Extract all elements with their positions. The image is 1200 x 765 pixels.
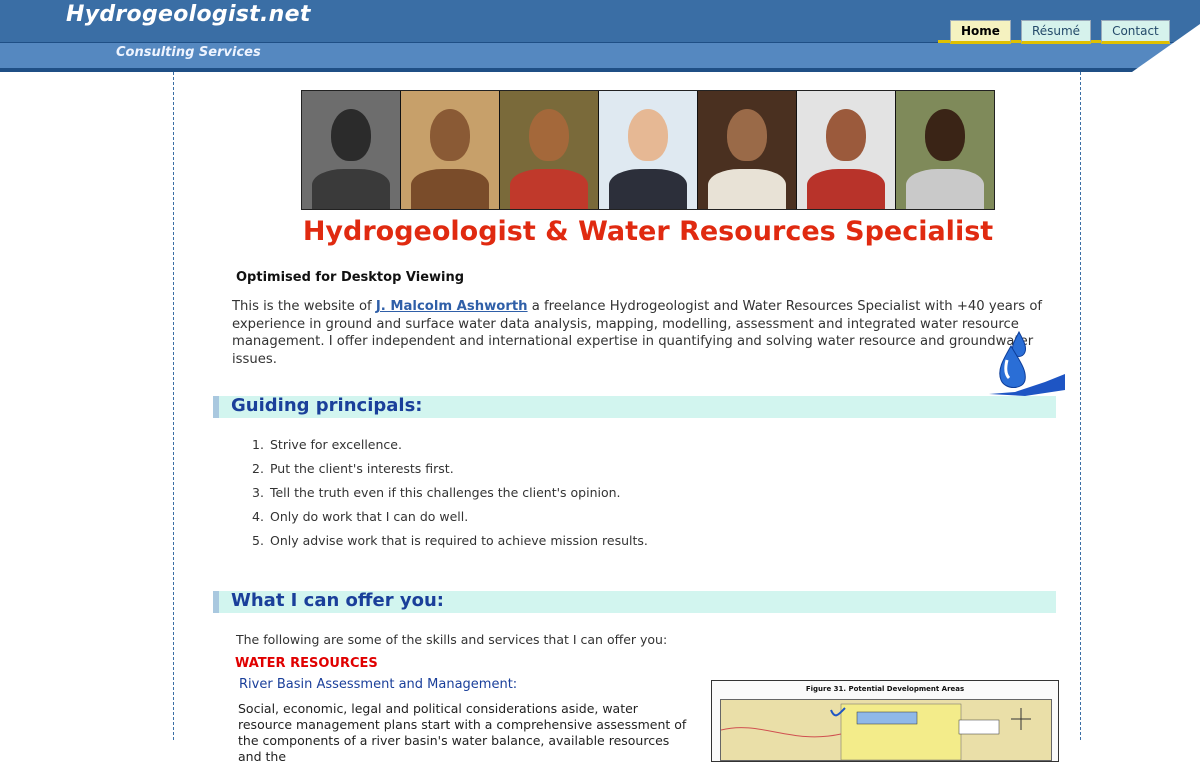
portrait-7 — [896, 91, 994, 209]
river-basin-paragraph: Social, economic, legal and political co… — [238, 701, 687, 764]
principles-list: 1. Strive for excellence. 2. Put the cli… — [252, 436, 648, 556]
list-item: 3. Tell the truth even if this challenge… — [252, 485, 621, 500]
category-water-resources: WATER RESOURCES — [235, 656, 378, 671]
portrait-4 — [599, 91, 698, 209]
author-link[interactable]: J. Malcolm Ashworth — [376, 299, 528, 314]
site-header: Hydrogeologist.net Consulting Services H… — [0, 0, 1200, 72]
potential-development-figure[interactable]: Figure 31. Potential Development Areas — [711, 680, 1059, 762]
section-guiding-principals: Guiding principals: — [213, 395, 1056, 418]
offer-intro-text: The following are some of the skills and… — [236, 632, 668, 647]
subheading-river-basin: River Basin Assessment and Management: — [239, 677, 518, 692]
water-drop-hand-icon — [989, 330, 1065, 396]
list-item: 4. Only do work that I can do well. — [252, 509, 469, 524]
portrait-banner — [301, 90, 995, 210]
portrait-6 — [797, 91, 896, 209]
figure-map-graphic — [720, 700, 1051, 761]
nav-tab-home[interactable]: Home — [950, 20, 1011, 44]
portrait-3 — [500, 91, 599, 209]
figure-title: Figure 31. Potential Development Areas — [805, 685, 965, 693]
section-what-i-can-offer: What I can offer you: — [213, 590, 1056, 613]
list-item: 1. Strive for excellence. — [252, 437, 402, 452]
desktop-viewing-note: Optimised for Desktop Viewing — [236, 270, 465, 285]
intro-paragraph: This is the website of J. Malcolm Ashwor… — [232, 298, 1072, 368]
main-nav: Home Résumé Contact — [950, 20, 1170, 44]
list-item: 2. Put the client's interests first. — [252, 461, 454, 476]
portrait-5 — [698, 91, 797, 209]
section-heading-offer: What I can offer you: — [231, 590, 444, 611]
list-item: 5. Only advise work that is required to … — [252, 533, 648, 548]
nav-tab-contact[interactable]: Contact — [1101, 20, 1170, 44]
intro-prefix: This is the website of — [232, 299, 376, 314]
portrait-2 — [401, 91, 500, 209]
site-tagline: Consulting Services — [116, 45, 261, 60]
site-title[interactable]: Hydrogeologist.net — [66, 2, 311, 27]
portrait-1 — [302, 91, 401, 209]
figure-map — [720, 699, 1052, 761]
page-title: Hydrogeologist & Water Resources Special… — [302, 216, 994, 247]
nav-tab-resume[interactable]: Résumé — [1020, 20, 1092, 44]
section-heading-principals: Guiding principals: — [231, 395, 423, 416]
